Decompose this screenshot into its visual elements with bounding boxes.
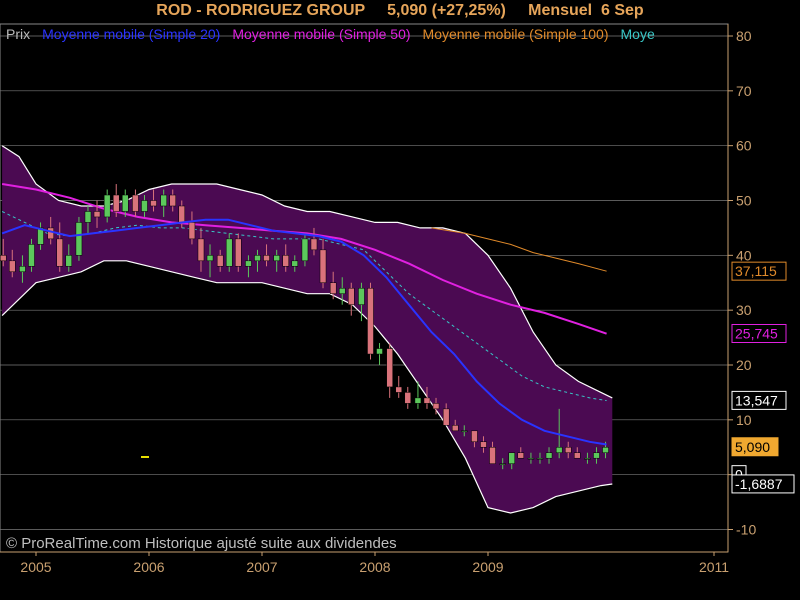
price-chart: -100102030405060708020052006200720082009… <box>0 23 795 575</box>
y-tick-label: -10 <box>736 521 756 537</box>
candle-body <box>555 446 563 453</box>
legend-entry: Moyenne mobile (Simple 50) <box>232 26 410 42</box>
x-tick-label: 2005 <box>20 559 51 575</box>
candle-body <box>395 386 402 393</box>
value-labels: 37,11525,74513,5475,0900-1,6887 <box>731 261 795 494</box>
candle-body <box>84 211 92 223</box>
value-label: -1,6887 <box>735 476 783 492</box>
value-label: 37,115 <box>735 263 777 279</box>
candle-body <box>93 211 101 218</box>
candle-body <box>122 194 129 212</box>
x-tick-label: 2006 <box>133 559 164 575</box>
candle-body <box>574 452 581 459</box>
y-tick-label: 10 <box>736 412 752 428</box>
legend-entry: Prix <box>6 26 30 42</box>
footer-copyright: © ProRealTime.com Historique ajusté suit… <box>6 535 397 552</box>
candle-body <box>404 392 412 404</box>
candle-body <box>310 238 318 251</box>
candle-body <box>584 457 591 460</box>
candle-body <box>235 238 242 267</box>
candle-body <box>499 463 506 465</box>
candle-body <box>564 446 572 453</box>
candle-body <box>545 452 553 459</box>
candle-body <box>367 287 374 355</box>
candle-body <box>169 194 176 207</box>
legend: Prix Moyenne mobile (Simple 20) Moyenne mo… <box>6 26 655 42</box>
candle-body <box>254 255 261 262</box>
candle-body <box>423 397 431 404</box>
legend-entry: Moye <box>621 26 655 42</box>
candle-body <box>103 194 111 218</box>
candle-body <box>28 244 35 267</box>
candle-body <box>451 425 459 432</box>
candle-body <box>216 255 224 267</box>
candle-body <box>112 194 120 212</box>
y-tick-label: 30 <box>736 302 752 318</box>
y-tick-label: 80 <box>736 28 752 44</box>
candle-body <box>56 238 63 267</box>
value-label: 13,547 <box>735 392 778 408</box>
candle-body <box>517 452 525 459</box>
legend-entry: Moyenne mobile (Simple 100) <box>423 26 609 42</box>
candle-body <box>442 408 450 426</box>
candle-body <box>273 255 280 262</box>
candle-body <box>197 238 205 262</box>
candle-body <box>47 227 54 240</box>
candle-body <box>508 452 515 464</box>
candle-body <box>329 282 337 294</box>
y-tick-label: 40 <box>736 247 752 263</box>
candle-body <box>348 287 355 305</box>
y-tick-label: 60 <box>736 138 752 154</box>
candle-body <box>319 249 327 283</box>
candle-body <box>188 222 196 240</box>
candle-body <box>471 430 478 443</box>
candle-body <box>358 287 365 305</box>
candle-body <box>338 287 346 294</box>
candle-body <box>75 222 83 256</box>
candle-body <box>132 194 139 212</box>
candle-body <box>65 255 73 267</box>
candle-body <box>602 446 609 453</box>
candle-body <box>376 348 383 355</box>
y-tick-label: 50 <box>736 192 752 208</box>
candle-body <box>245 260 252 267</box>
candle-body <box>19 266 26 273</box>
candle-body <box>9 260 16 273</box>
candle-body <box>480 441 487 448</box>
x-tick-label: 2007 <box>246 559 277 575</box>
candle-body <box>527 457 535 460</box>
candle-body <box>291 260 299 267</box>
candle-body <box>461 430 468 433</box>
candle-body <box>414 397 422 404</box>
candle-body <box>0 255 7 262</box>
x-tick-label: 2011 <box>699 559 729 575</box>
candle-body <box>536 457 544 460</box>
candle-body <box>282 255 289 267</box>
candle-body <box>178 205 186 223</box>
y-tick-label: 20 <box>736 357 752 373</box>
candle-body <box>432 403 440 410</box>
value-label: 25,745 <box>735 325 778 341</box>
legend-entry: Moyenne mobile (Simple 20) <box>42 26 220 42</box>
value-label: 5,090 <box>735 439 770 455</box>
candle-body <box>150 200 157 207</box>
candle-body <box>206 255 214 262</box>
x-tick-label: 2008 <box>359 559 390 575</box>
candle-body <box>593 452 600 459</box>
candle-body <box>263 255 270 262</box>
candle-body <box>301 238 309 262</box>
candle-body <box>386 348 393 388</box>
candle-body <box>160 194 167 207</box>
candle-body <box>225 238 233 267</box>
candle-body <box>141 200 148 212</box>
x-tick-label: 2009 <box>472 559 503 575</box>
y-tick-label: 70 <box>736 83 752 99</box>
candle-body <box>489 446 496 464</box>
